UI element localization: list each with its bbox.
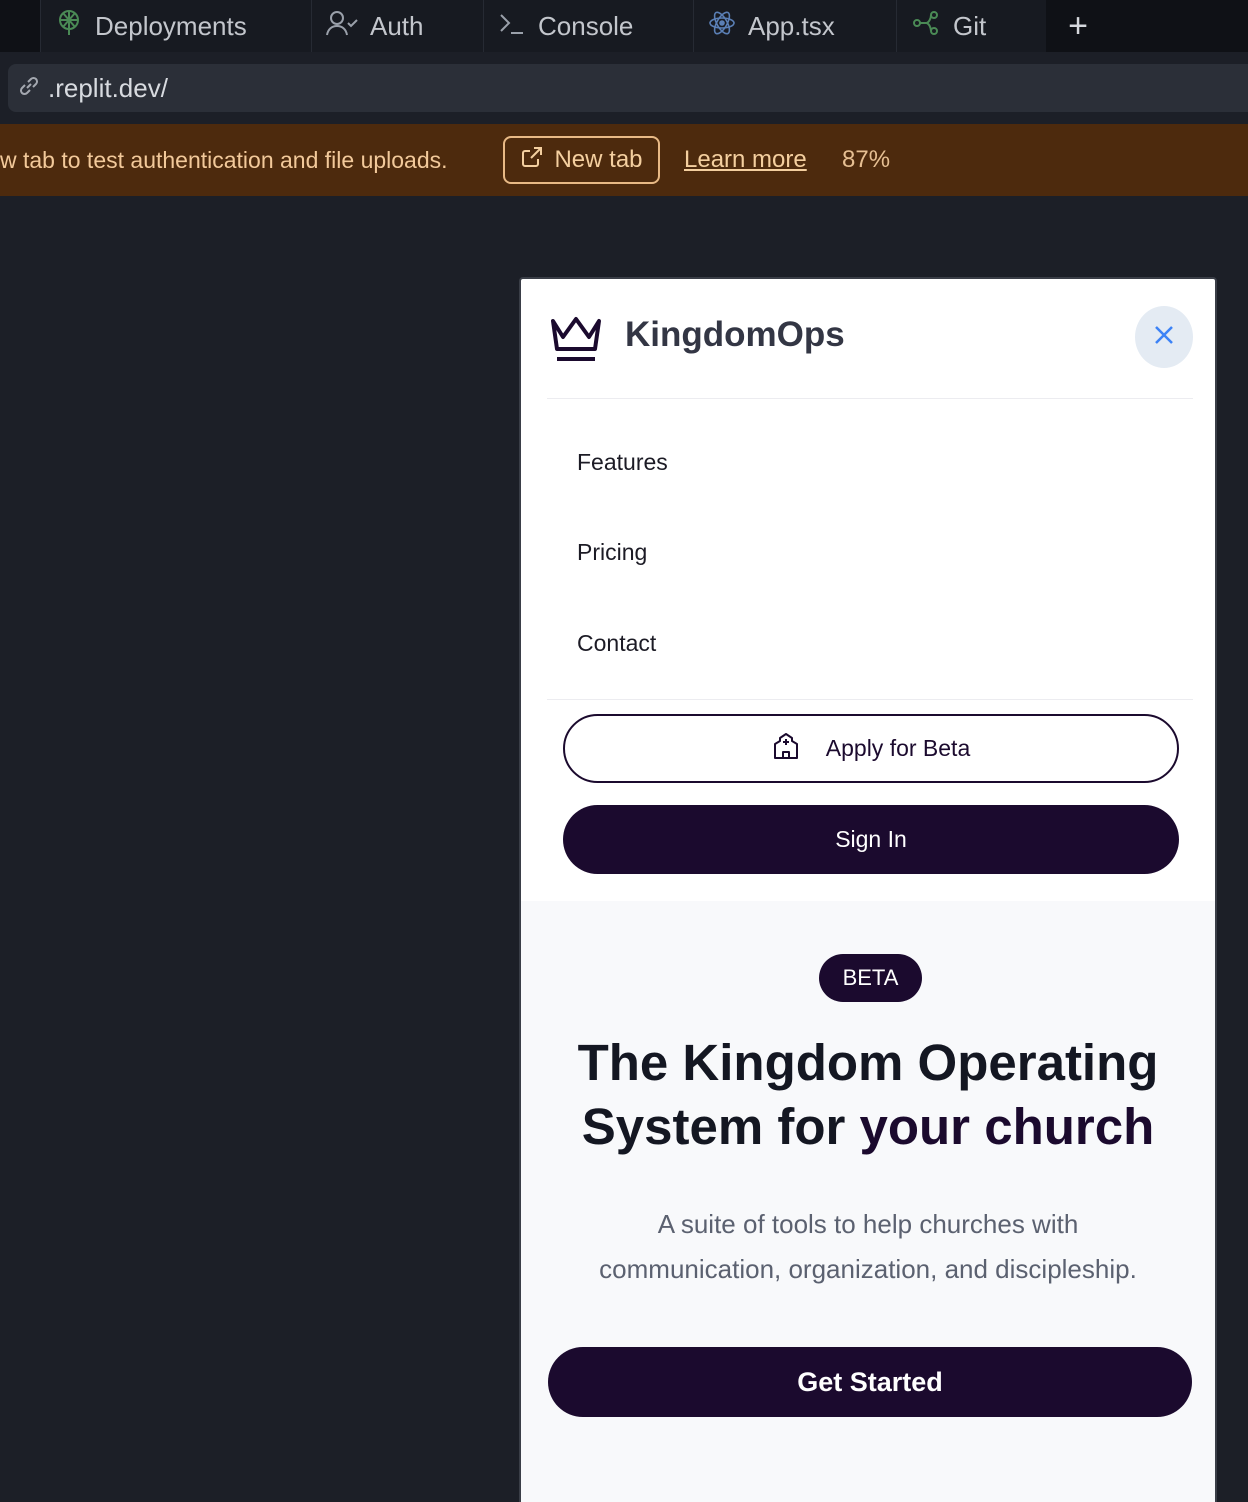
terminal-icon <box>498 9 526 44</box>
deployments-icon <box>55 9 83 44</box>
hero-subtitle: A suite of tools to help churches with c… <box>521 1202 1215 1292</box>
close-icon <box>1153 324 1175 351</box>
new-tab-button[interactable]: New tab <box>503 136 660 184</box>
tab-bar-spacer <box>0 0 40 52</box>
tab-label: Auth <box>370 10 424 41</box>
hero-title: The Kingdom Operating System for your ch… <box>521 1031 1215 1159</box>
divider <box>547 398 1193 399</box>
menu-item-contact[interactable]: Contact <box>577 630 656 657</box>
add-tab-button[interactable]: + <box>1046 0 1110 52</box>
hero-subtitle-line-1: A suite of tools to help churches with <box>657 1209 1079 1239</box>
menu-item-features[interactable]: Features <box>577 449 668 476</box>
link-icon <box>16 73 42 104</box>
close-menu-button[interactable] <box>1135 306 1193 368</box>
webview-preview: KingdomOps Features Pricing Contact Appl… <box>519 277 1217 1502</box>
mobile-nav-header: KingdomOps <box>521 279 1215 399</box>
hero-title-plain: System for <box>581 1098 860 1155</box>
tab-label: Console <box>538 10 634 41</box>
hero-title-line-1: The Kingdom Operating <box>577 1034 1159 1091</box>
tab-git[interactable]: Git <box>896 0 1046 52</box>
apply-for-beta-button[interactable]: Apply for Beta <box>563 714 1179 783</box>
get-started-button[interactable]: Get Started <box>548 1347 1192 1417</box>
church-icon <box>772 732 800 766</box>
crown-icon <box>549 313 603 368</box>
tab-label: App.tsx <box>748 10 835 41</box>
hero-title-accent: your church <box>859 1098 1155 1155</box>
user-check-icon <box>326 9 358 44</box>
apply-label: Apply for Beta <box>825 735 971 761</box>
hero-title-line-2: System for your church <box>521 1095 1215 1159</box>
beta-badge: BETA <box>819 954 922 1002</box>
sign-in-button[interactable]: Sign In <box>563 805 1179 874</box>
warning-banner: w tab to test authentication and file up… <box>0 124 1248 196</box>
divider <box>547 699 1193 700</box>
tab-auth[interactable]: Auth <box>311 0 483 52</box>
menu-item-pricing[interactable]: Pricing <box>577 539 647 566</box>
zoom-level: 87% <box>842 146 891 173</box>
external-link-icon <box>520 145 544 176</box>
url-row: .replit.dev/ <box>0 52 1248 124</box>
hero-section: BETA The Kingdom Operating System for yo… <box>521 901 1215 1502</box>
new-tab-label: New tab <box>554 146 643 173</box>
react-icon <box>708 9 736 44</box>
tab-bar: Deployments Auth Console App.tsx Git + <box>0 0 1248 52</box>
brand-name[interactable]: KingdomOps <box>625 315 845 355</box>
banner-message: w tab to test authentication and file up… <box>0 147 448 173</box>
learn-more-link[interactable]: Learn more <box>684 124 807 196</box>
url-bar[interactable]: .replit.dev/ <box>8 64 1248 112</box>
tab-console[interactable]: Console <box>483 0 693 52</box>
tab-deployments[interactable]: Deployments <box>40 0 311 52</box>
tab-app-tsx[interactable]: App.tsx <box>693 0 896 52</box>
tab-label: Git <box>953 10 987 41</box>
tab-label: Deployments <box>95 10 247 41</box>
git-branch-icon <box>911 9 941 44</box>
url-text: .replit.dev/ <box>48 72 168 103</box>
hero-subtitle-line-2: communication, organization, and discipl… <box>599 1254 1137 1284</box>
